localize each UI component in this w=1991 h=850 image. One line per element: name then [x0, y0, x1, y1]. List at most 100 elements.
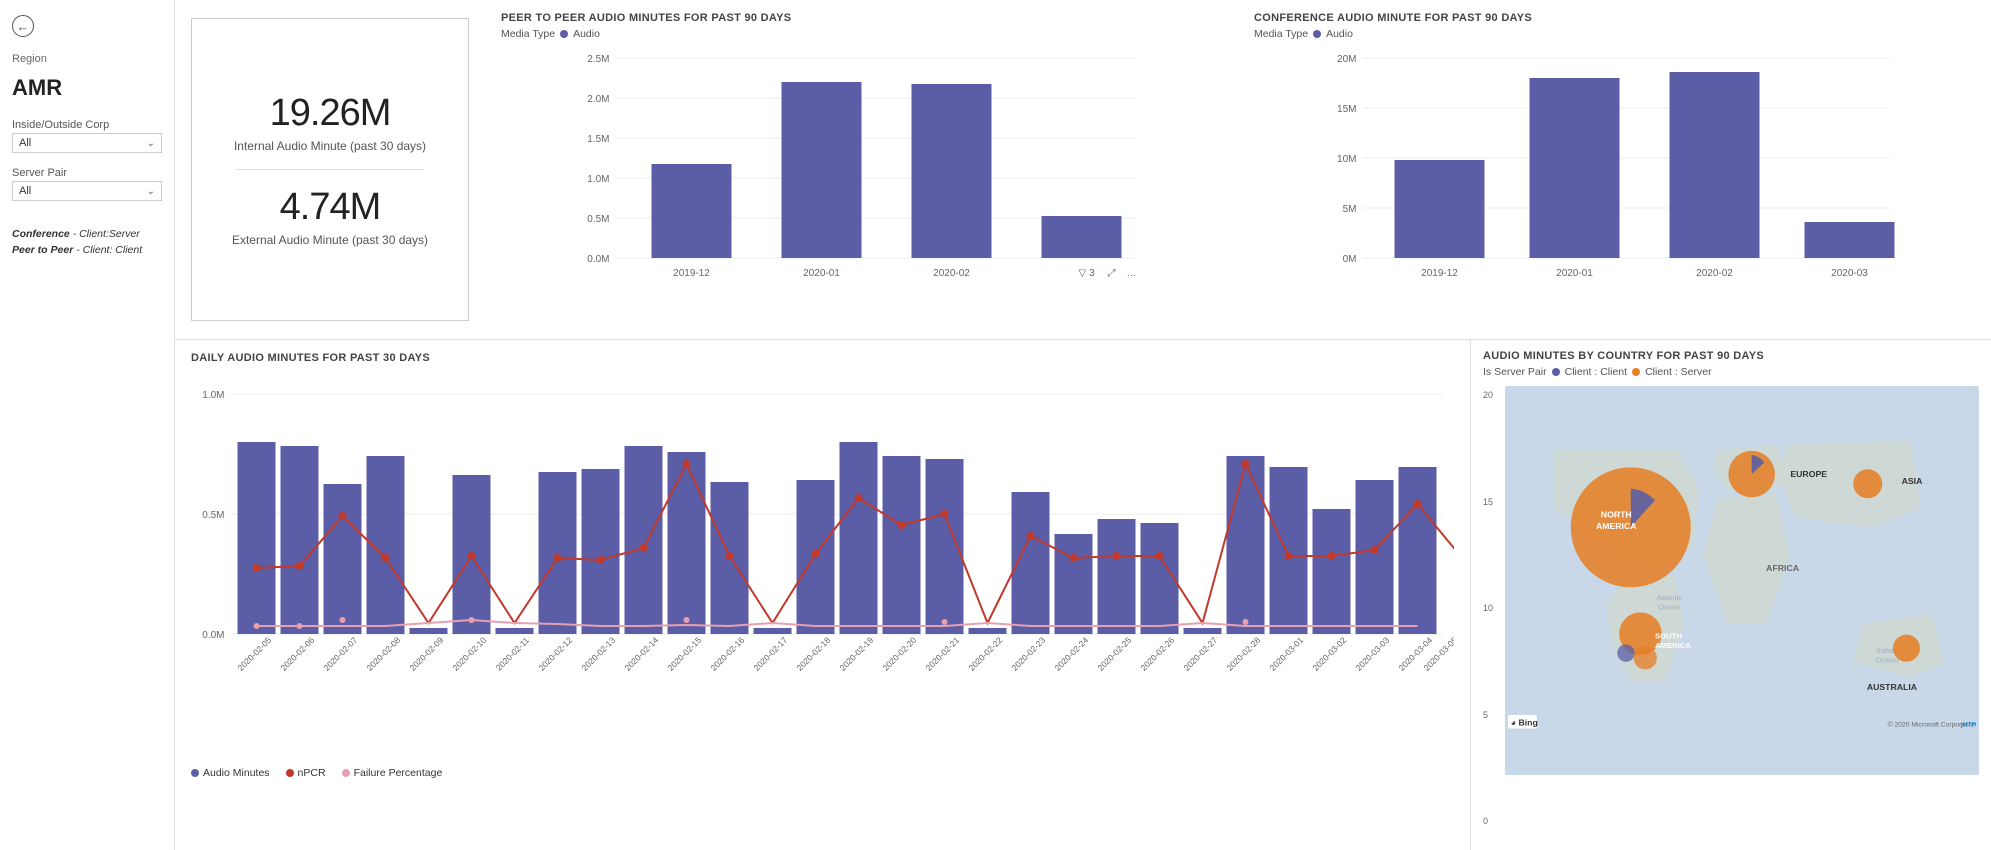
- kpi-card: 19.26M Internal Audio Minute (past 30 da…: [191, 18, 469, 321]
- svg-text:2020-02-25: 2020-02-25: [1095, 635, 1133, 673]
- map-server-label: Client : Server: [1645, 366, 1712, 378]
- svg-text:2020-02-12: 2020-02-12: [536, 635, 574, 673]
- svg-text:…: …: [1127, 268, 1137, 279]
- daily-chart-title: DAILY AUDIO MINUTES FOR PAST 30 DAYS: [191, 352, 1454, 364]
- bar-2020-01: [782, 82, 862, 258]
- svg-text:2020-02-05: 2020-02-05: [235, 635, 273, 673]
- europe-bubble: [1728, 451, 1774, 497]
- world-map-svg: Atlantic Ocean Indian Ocean NORTH AMERIC…: [1505, 386, 1979, 775]
- audio-legend-label: Audio Minutes: [203, 767, 270, 779]
- kpi-internal: 19.26M Internal Audio Minute (past 30 da…: [234, 92, 426, 153]
- conf-bar-2020-01: [1530, 78, 1620, 258]
- dashboard: ← Region AMR Inside/Outside Corp All ⌄ S…: [0, 0, 1991, 850]
- peer-chart-title: PEER TO PEER AUDIO MINUTES FOR PAST 90 D…: [501, 12, 1222, 24]
- region-label: Region: [12, 53, 162, 65]
- peer-legend-dot: [560, 30, 568, 38]
- chevron-down-icon: ⌄: [147, 138, 155, 149]
- conference-chart-panel: CONFERENCE AUDIO MINUTE FOR PAST 90 DAYS…: [1238, 0, 1991, 339]
- map-content: 20 15 10 5 0: [1483, 386, 1979, 830]
- svg-text:ASIA: ASIA: [1902, 476, 1923, 486]
- svg-text:1.0M: 1.0M: [587, 174, 609, 185]
- peer-legend-label: Audio: [573, 28, 600, 40]
- svg-text:0.5M: 0.5M: [587, 214, 609, 225]
- conference-chart-svg: 20M 15M 10M 5M 0M: [1254, 48, 1975, 288]
- conference-legend-dot: [1313, 30, 1321, 38]
- svg-text:2020-02-06: 2020-02-06: [278, 635, 316, 673]
- svg-text:2020-02-20: 2020-02-20: [880, 635, 918, 673]
- svg-text:AMERICA: AMERICA: [1596, 521, 1637, 531]
- svg-text:5M: 5M: [1343, 204, 1357, 215]
- svg-text:0M: 0M: [1343, 254, 1357, 265]
- inside-outside-value: All: [19, 137, 31, 149]
- map-subtitle: Is Server Pair Client : Client Client : …: [1483, 366, 1979, 378]
- legend-audio-minutes: Audio Minutes: [191, 767, 270, 779]
- svg-text:2.5M: 2.5M: [587, 54, 609, 65]
- svg-text:◕ Bing: ◕ Bing: [1511, 718, 1538, 728]
- daily-legend: Audio Minutes nPCR Failure Percentage: [191, 767, 1454, 779]
- map-panel: AUDIO MINUTES BY COUNTRY FOR PAST 90 DAY…: [1471, 340, 1991, 850]
- svg-text:2020-02-26: 2020-02-26: [1138, 635, 1176, 673]
- svg-text:2020-02-10: 2020-02-10: [450, 635, 488, 673]
- bar-2020-03: [1042, 216, 1122, 258]
- svg-text:2020-02-16: 2020-02-16: [708, 635, 746, 673]
- peer-chart-subtitle: Media Type Audio: [501, 28, 1222, 40]
- peer-media-type-label: Media Type: [501, 28, 555, 40]
- audio-legend-dot: [191, 769, 199, 777]
- main-content: 19.26M Internal Audio Minute (past 30 da…: [175, 0, 1991, 850]
- svg-text:10M: 10M: [1337, 154, 1356, 165]
- map-server-dot: [1632, 368, 1640, 376]
- svg-text:2020-02-13: 2020-02-13: [579, 635, 617, 673]
- bottom-row: DAILY AUDIO MINUTES FOR PAST 30 DAYS 1.0…: [175, 340, 1991, 850]
- failure-legend-dot: [342, 769, 350, 777]
- svg-text:2020-02-23: 2020-02-23: [1009, 635, 1047, 673]
- svg-text:2020-02-09: 2020-02-09: [407, 635, 445, 673]
- svg-text:2020-02-19: 2020-02-19: [837, 635, 875, 673]
- map-title: AUDIO MINUTES BY COUNTRY FOR PAST 90 DAY…: [1483, 350, 1979, 362]
- inside-outside-select[interactable]: All ⌄: [12, 133, 162, 153]
- region-value: AMR: [12, 75, 162, 101]
- map-client-dot: [1552, 368, 1560, 376]
- conference-legend-label: Audio: [1326, 28, 1353, 40]
- npcr-legend-dot: [286, 769, 294, 777]
- kpi-external-desc: External Audio Minute (past 30 days): [232, 233, 428, 247]
- bar-2020-02: [912, 84, 992, 258]
- server-pair-label: Server Pair: [12, 167, 162, 179]
- server-pair-value: All: [19, 185, 31, 197]
- svg-text:2019-12: 2019-12: [673, 268, 710, 279]
- map-visualization: Atlantic Ocean Indian Ocean NORTH AMERIC…: [1505, 386, 1979, 775]
- svg-text:0.0M: 0.0M: [587, 254, 609, 265]
- svg-text:0.5M: 0.5M: [202, 510, 224, 521]
- svg-text:2020-02: 2020-02: [933, 268, 970, 279]
- svg-text:2020-01: 2020-01: [1556, 268, 1593, 279]
- svg-text:2020-02-07: 2020-02-07: [321, 635, 359, 673]
- svg-text:2020-03-02: 2020-03-02: [1310, 635, 1348, 673]
- svg-text:2020-03: 2020-03: [1831, 268, 1868, 279]
- svg-text:1.0M: 1.0M: [202, 390, 224, 401]
- conf-bar-2019-12: [1395, 160, 1485, 258]
- svg-text:2020-02-11: 2020-02-11: [494, 635, 532, 673]
- notes: Conference - Client:Server Peer to Peer …: [12, 227, 162, 259]
- svg-text:2020-03-03: 2020-03-03: [1353, 635, 1391, 673]
- svg-text:NORTH: NORTH: [1601, 510, 1632, 520]
- daily-chart-svg: 1.0M 0.5M 0.0M: [191, 368, 1454, 758]
- svg-text:0.0M: 0.0M: [202, 630, 224, 641]
- svg-text:jHTP: jHTP: [1960, 722, 1977, 729]
- svg-text:2020-02-28: 2020-02-28: [1224, 635, 1262, 673]
- svg-text:2020-02-21: 2020-02-21: [923, 635, 961, 673]
- peer-chart-panel: PEER TO PEER AUDIO MINUTES FOR PAST 90 D…: [485, 0, 1238, 339]
- inside-outside-filter: Inside/Outside Corp All ⌄: [12, 119, 162, 153]
- bar-2019-12: [652, 164, 732, 258]
- svg-text:2020-02-15: 2020-02-15: [665, 635, 703, 673]
- kpi-external-value: 4.74M: [232, 186, 428, 229]
- svg-text:Atlantic: Atlantic: [1657, 593, 1682, 602]
- sidebar: ← Region AMR Inside/Outside Corp All ⌄ S…: [0, 0, 175, 850]
- back-button[interactable]: ←: [12, 15, 162, 37]
- svg-text:20M: 20M: [1337, 54, 1356, 65]
- server-pair-filter: Server Pair All ⌄: [12, 167, 162, 201]
- svg-text:2020-02: 2020-02: [1696, 268, 1733, 279]
- svg-text:Ocean: Ocean: [1658, 603, 1681, 612]
- server-pair-select[interactable]: All ⌄: [12, 181, 162, 201]
- svg-text:2020-02-08: 2020-02-08: [364, 635, 402, 673]
- svg-text:2020-02-22: 2020-02-22: [966, 635, 1004, 673]
- svg-text:AFRICA: AFRICA: [1766, 563, 1800, 573]
